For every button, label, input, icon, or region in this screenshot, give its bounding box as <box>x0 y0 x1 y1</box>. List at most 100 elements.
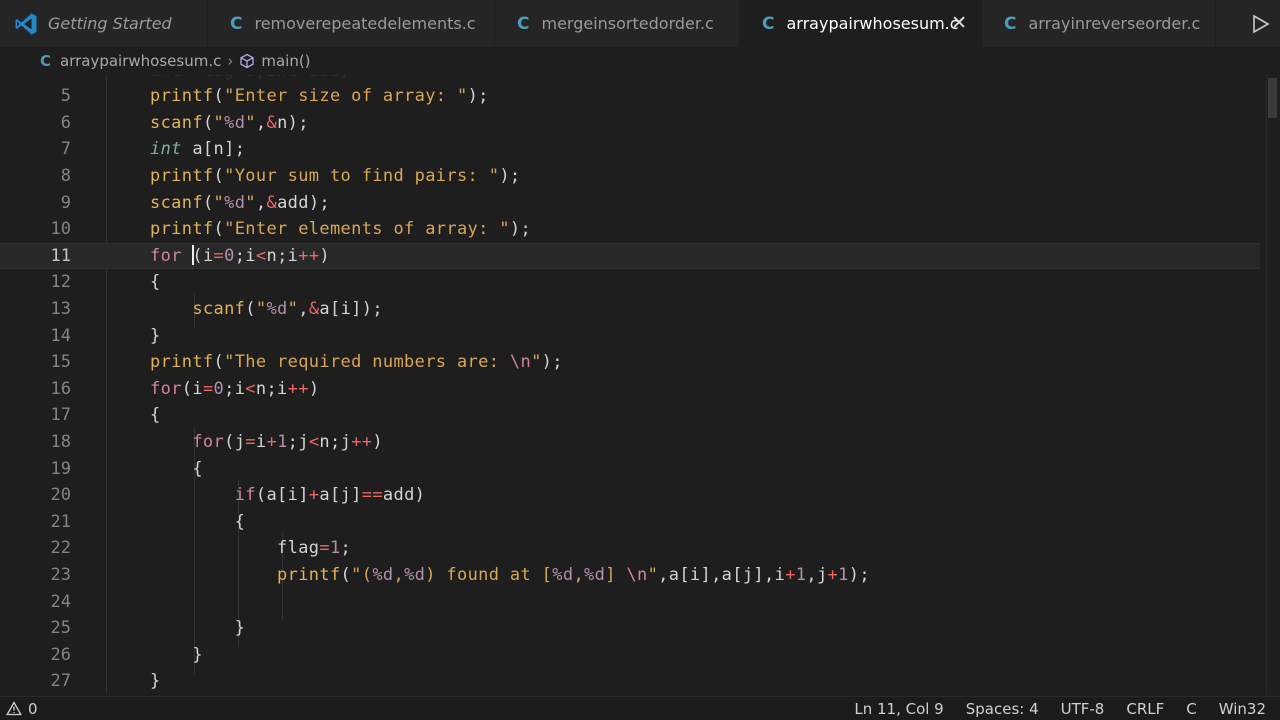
code-line: 9 scanf("%d",&add); <box>0 189 1260 216</box>
language-mode[interactable]: C <box>1186 700 1196 718</box>
line-number: 27 <box>50 671 71 692</box>
line-number: 22 <box>50 538 71 559</box>
tab-arrayinreverseorder[interactable]: C arrayinreverseorder.c <box>982 0 1216 47</box>
code-line: 8 printf("Your sum to find pairs: "); <box>0 163 1260 190</box>
code-line: 13 scanf("%d",&a[i]); <box>0 296 1260 323</box>
tab-mergeinsortedorder[interactable]: C mergeinsortedorder.c <box>495 0 740 47</box>
c-file-icon: C <box>1004 13 1017 34</box>
line-number: 26 <box>50 644 71 665</box>
status-bar: 0 Ln 11, Col 9 Spaces: 4 UTF-8 CRLF C Wi… <box>0 696 1280 720</box>
code-text: { <box>150 511 246 532</box>
code-line: 23 printf("(%d,%d) found at [%d,%d] \n",… <box>0 562 1260 589</box>
code-text: printf("Your sum to find pairs: "); <box>150 166 521 187</box>
code-text: for(i=0;i<n;i++) <box>150 378 320 399</box>
code-text: } <box>150 671 161 692</box>
close-icon[interactable]: ✕ <box>951 12 967 34</box>
code-line: 15 printf("The required numbers are: \n"… <box>0 349 1260 376</box>
code-text: { <box>150 272 161 293</box>
line-number: 12 <box>50 272 71 293</box>
tab-bar: Getting Started C removerepeatedelements… <box>0 0 1280 47</box>
line-number: 19 <box>50 458 71 479</box>
problems-indicator[interactable]: 0 <box>0 700 38 718</box>
line-number: 17 <box>50 405 71 426</box>
code-line: 19 { <box>0 455 1260 482</box>
scrollbar-thumb[interactable] <box>1268 78 1277 118</box>
line-number: 24 <box>50 591 71 612</box>
line-number: 21 <box>50 511 71 532</box>
code-line: 14 } <box>0 322 1260 349</box>
cursor-position[interactable]: Ln 11, Col 9 <box>854 700 943 718</box>
play-icon <box>1253 14 1270 33</box>
line-number: 14 <box>50 325 71 346</box>
code-text: } <box>150 644 203 665</box>
code-line: 21 { <box>0 509 1260 536</box>
c-file-icon: C <box>40 52 52 70</box>
line-number: 10 <box>50 219 71 240</box>
line-number: 8 <box>60 166 71 187</box>
tab-label: mergeinsortedorder.c <box>541 14 714 33</box>
code-line: 18 for(j=i+1;j<n;j++) <box>0 429 1260 456</box>
code-line: 17 { <box>0 402 1260 429</box>
code-line: 20 if(a[i]+a[j]==add) <box>0 482 1260 509</box>
tab-removerepeatedelements[interactable]: C removerepeatedelements.c <box>208 0 495 47</box>
breadcrumb: C arraypairwhosesum.c › main() <box>0 47 1280 75</box>
code-line: 26 } <box>0 642 1260 669</box>
code-text: } <box>150 325 161 346</box>
method-cube-icon <box>240 53 254 69</box>
code-text: flag=1; <box>150 538 352 559</box>
code-text: printf("(%d,%d) found at [%d,%d] \n",a[i… <box>277 565 870 586</box>
run-button[interactable] <box>1216 0 1280 47</box>
code-text: for (i=0;i<n;i++) <box>150 245 331 267</box>
code-line: 22 flag=1; <box>0 535 1260 562</box>
line-ending[interactable]: CRLF <box>1126 700 1164 718</box>
breadcrumb-file[interactable]: arraypairwhosesum.c <box>60 52 221 70</box>
indentation[interactable]: Spaces: 4 <box>966 700 1039 718</box>
line-number: 16 <box>50 378 71 399</box>
code-text: scanf("%d",&add); <box>150 192 331 213</box>
code-text: scanf("%d",&n); <box>150 112 309 133</box>
code-line: 12 { <box>0 269 1260 296</box>
code-line: 27 } <box>0 668 1260 694</box>
code-text: { <box>150 458 203 479</box>
line-number: 23 <box>50 565 71 586</box>
warning-icon <box>6 701 22 716</box>
partial-line: int flag=0;int add; <box>150 75 350 81</box>
code-line: 5 printf("Enter size of array: "); <box>0 83 1260 110</box>
code-line: 10 printf("Enter elements of array: "); <box>0 216 1260 243</box>
code-line: 16 for(i=0;i<n;i++) <box>0 376 1260 403</box>
code-text: printf("Enter elements of array: "); <box>150 219 532 240</box>
line-number: 15 <box>50 352 71 373</box>
code-line: 24 <box>0 588 1260 615</box>
c-file-icon: C <box>762 13 775 34</box>
encoding[interactable]: UTF-8 <box>1061 700 1105 718</box>
code-text: printf("The required numbers are: \n"); <box>150 352 563 373</box>
text-cursor <box>192 245 195 266</box>
line-number: 11 <box>50 245 71 266</box>
vscode-icon <box>15 13 37 34</box>
tab-arraypairwhosesum[interactable]: C arraypairwhosesum.c ✕ <box>740 0 982 47</box>
c-file-icon: C <box>517 13 530 34</box>
vertical-scrollbar[interactable] <box>1266 75 1280 694</box>
line-number: 5 <box>60 86 71 107</box>
tab-label: arrayinreverseorder.c <box>1028 14 1201 33</box>
tab-label: removerepeatedelements.c <box>254 14 476 33</box>
code-text: { <box>150 405 161 426</box>
code-line: 25 } <box>0 615 1260 642</box>
line-number: 25 <box>50 618 71 639</box>
line-number: 7 <box>60 139 71 160</box>
chevron-right-icon: › <box>227 52 234 70</box>
tab-getting-started[interactable]: Getting Started <box>0 0 208 47</box>
code-text: for(j=i+1;j<n;j++) <box>192 432 383 453</box>
code-editor[interactable]: int flag=0;int add; 5 printf("Enter size… <box>0 75 1280 694</box>
platform[interactable]: Win32 <box>1219 700 1266 718</box>
c-file-icon: C <box>230 13 243 34</box>
line-number: 6 <box>60 112 71 133</box>
code-line-current: 11 for (i=0;i<n;i++) <box>0 242 1260 270</box>
line-number: 18 <box>50 432 71 453</box>
breadcrumb-symbol[interactable]: main() <box>261 52 310 70</box>
code-line: 7 int a[n]; <box>0 136 1260 163</box>
code-text: } <box>150 618 246 639</box>
code-text: if(a[i]+a[j]==add) <box>234 485 426 506</box>
code-text: int a[n]; <box>150 139 246 160</box>
problems-count: 0 <box>28 699 38 718</box>
